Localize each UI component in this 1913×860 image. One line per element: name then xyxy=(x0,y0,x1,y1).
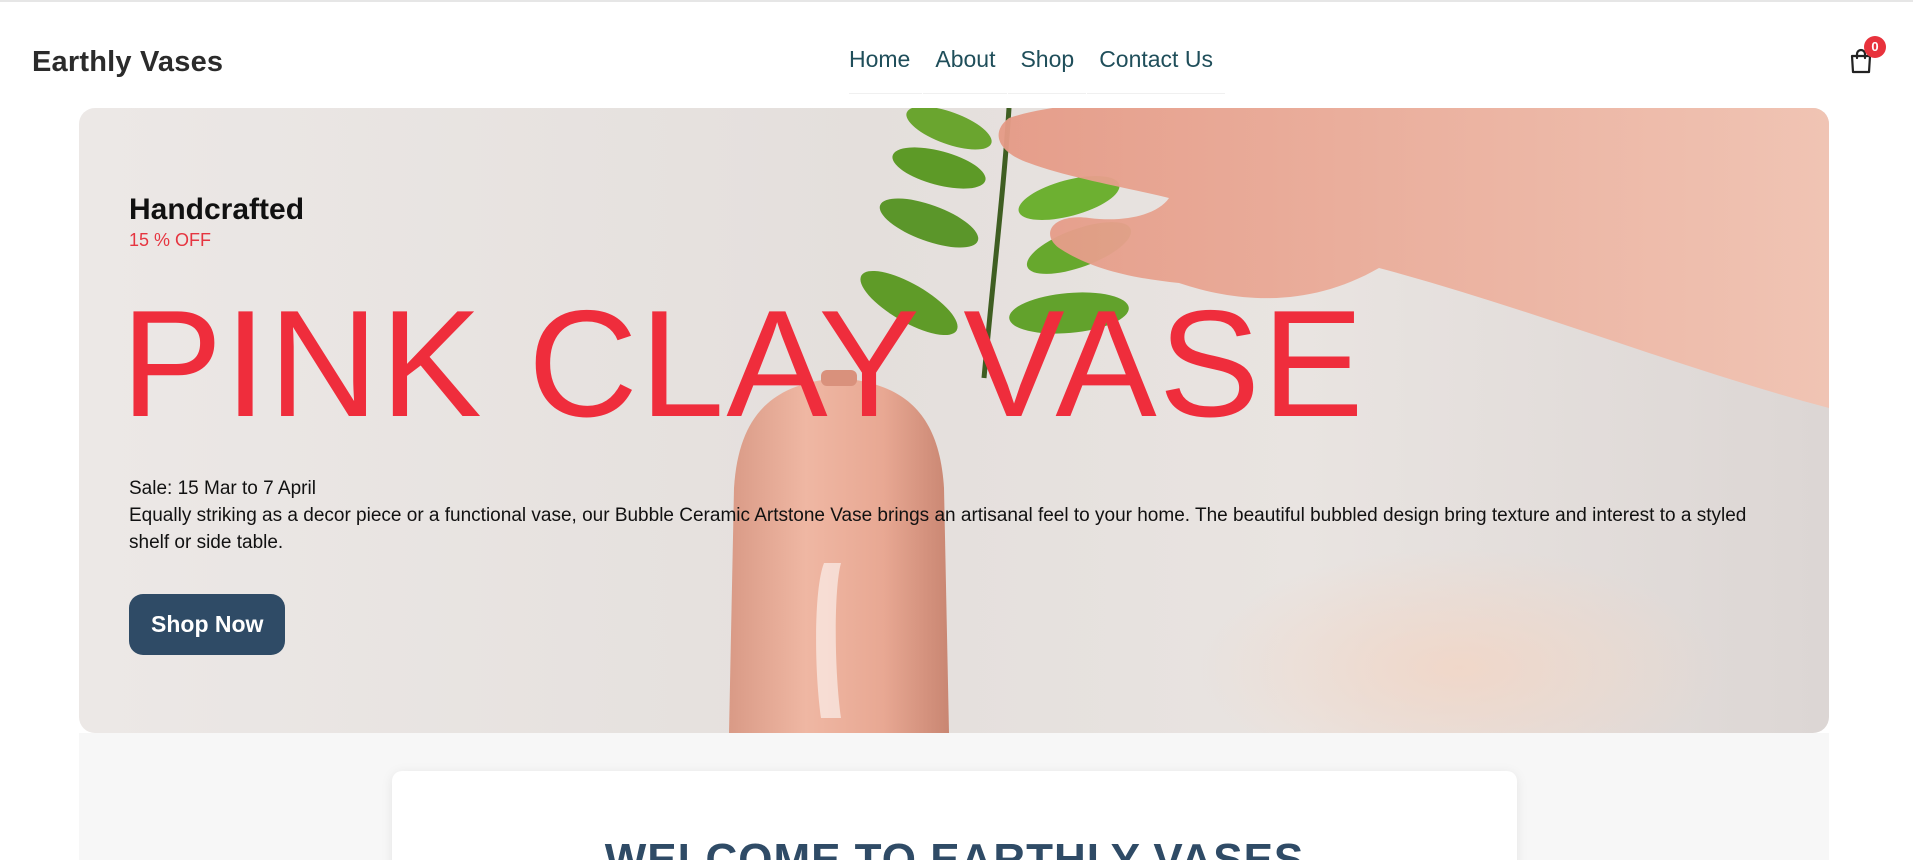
hero-kicker: Handcrafted xyxy=(129,193,305,226)
cart-button[interactable]: 0 xyxy=(1848,36,1886,78)
hero-sale-date: Sale: 15 Mar to 7 April xyxy=(129,478,316,499)
hero-discount: 15 % OFF xyxy=(129,230,212,250)
brand-logo[interactable]: Earthly Vases xyxy=(32,46,223,79)
nav-shop[interactable]: Shop xyxy=(1008,46,1087,94)
site-header: Earthly Vases Home About Shop Contact Us… xyxy=(0,2,1913,106)
hero-banner: Handcrafted 15 % OFF PINK CLAY VASE Sale… xyxy=(79,108,1829,733)
nav-contact-us[interactable]: Contact Us xyxy=(1087,46,1225,94)
main-nav: Home About Shop Contact Us xyxy=(849,46,1226,94)
hero-description: Equally striking as a decor piece or a f… xyxy=(129,505,1747,553)
cart-count-badge: 0 xyxy=(1864,36,1886,58)
hero-headline: PINK CLAY VASE xyxy=(121,279,1366,449)
shop-now-button[interactable]: Shop Now xyxy=(129,594,286,655)
nav-home[interactable]: Home xyxy=(849,46,923,94)
nav-about[interactable]: About xyxy=(923,46,1008,94)
welcome-card: WELCOME TO EARTHLY VASES xyxy=(392,771,1517,860)
welcome-title: WELCOME TO EARTHLY VASES xyxy=(604,835,1305,860)
hero-content: Handcrafted 15 % OFF PINK CLAY VASE Sale… xyxy=(121,192,1789,655)
